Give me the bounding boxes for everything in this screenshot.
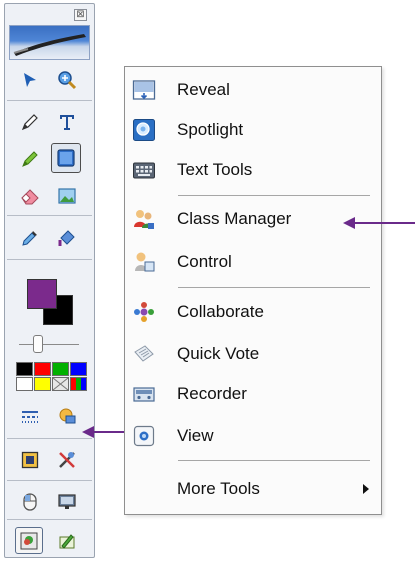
callout-arrows: [82, 217, 415, 438]
class-manager-callout-arrow: [343, 217, 415, 229]
tools-callout-arrow: [82, 426, 124, 438]
